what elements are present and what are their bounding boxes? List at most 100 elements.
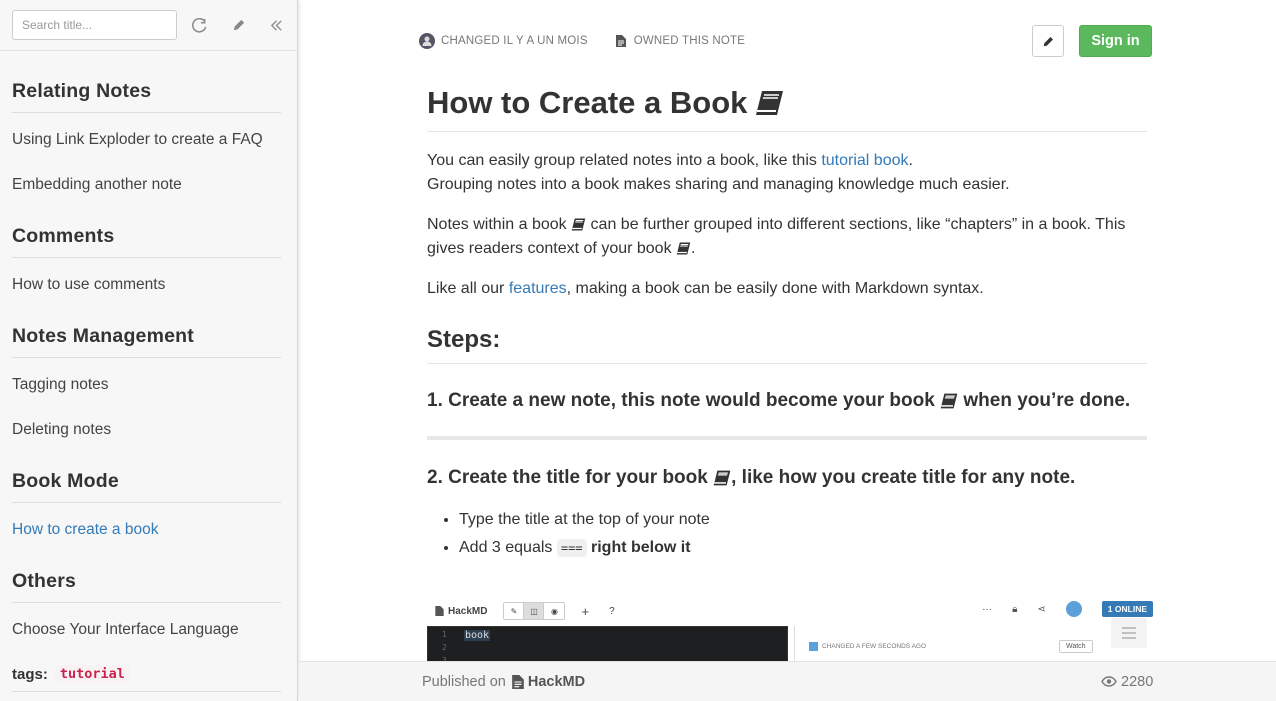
toc-item-use-comments[interactable]: How to use comments <box>12 275 281 295</box>
eye-icon: ◉ <box>550 606 558 616</box>
note-meta: CHANGED IL Y A UN MOIS OWNED THIS NOTE <box>419 33 745 49</box>
edit-button[interactable] <box>1032 25 1064 57</box>
toc-section-notes-management: Notes Management Tagging notes Deleting … <box>12 325 281 440</box>
main-content: CHANGED IL Y A UN MOIS OWNED THIS NOTE S… <box>299 0 1276 661</box>
text: CHANGED A FEW SECONDS AGO <box>822 643 927 650</box>
text: 1. Create a new note, this note would be… <box>427 390 935 411</box>
list-item: Type the title at the top of your note <box>459 506 1147 534</box>
divider <box>427 436 1147 440</box>
screenshot-toolbar-right: ··· 🔒︎ ⋖ 1 ONLINE <box>982 601 1153 617</box>
list-item: Add 3 equals === right below it <box>459 534 1147 562</box>
book-icon <box>940 393 958 409</box>
avatar <box>1065 601 1082 617</box>
toc-item-embedding-note[interactable]: Embedding another note <box>12 175 281 195</box>
text: 2280 <box>1121 673 1154 690</box>
screenshot-changed: CHANGED A FEW SECONDS AGO <box>809 642 926 651</box>
text: Notes within a book <box>427 216 567 233</box>
file-icon <box>435 606 444 616</box>
text: . <box>691 240 696 257</box>
text: 2. Create the title for your book <box>427 467 708 488</box>
toc-heading[interactable]: Others <box>12 570 281 603</box>
editor-text: book <box>464 630 491 641</box>
text: Grouping notes into a book makes sharing… <box>427 176 1010 193</box>
pencil-icon[interactable] <box>229 15 247 35</box>
tag-badge[interactable]: tutorial <box>54 665 130 683</box>
hackmd-link[interactable]: HackMD <box>510 674 585 690</box>
refresh-icon[interactable] <box>190 15 208 35</box>
line-number: 2 <box>442 643 447 652</box>
paragraph-features: Like all our features, making a book can… <box>427 277 1147 301</box>
pencil-icon: ✎ <box>504 603 525 619</box>
sign-in-button[interactable]: Sign in <box>1079 25 1152 57</box>
text: , like how you create title for any note… <box>731 467 1076 488</box>
toc-heading[interactable]: Notes Management <box>12 325 281 358</box>
footer: Published on HackMD 2280 <box>299 661 1276 701</box>
line-number: 1 <box>442 630 447 639</box>
toc-item-deleting-notes[interactable]: Deleting notes <box>12 420 281 440</box>
page-title-text: How to Create a Book <box>427 84 748 120</box>
text: Like all our <box>427 280 509 297</box>
help-icon: ? <box>609 605 615 617</box>
toc-section-comments: Comments How to use comments <box>12 225 281 295</box>
watch-button: Watch <box>1059 640 1093 653</box>
text: You can easily group related notes into … <box>427 152 822 169</box>
screenshot-brand: HackMD <box>435 606 487 617</box>
note-document: How to Create a Book You can easily grou… <box>427 84 1147 562</box>
text: , making a book can be easily done with … <box>566 280 984 297</box>
screenshot-preview: CHANGED A FEW SECONDS AGO Watch <box>794 626 1153 661</box>
text: Published on <box>422 673 506 690</box>
view-mode-toggle: ✎ ◫ ◉ <box>503 602 566 620</box>
file-icon <box>512 674 524 689</box>
inline-code: === <box>556 539 587 557</box>
collapse-icon[interactable] <box>267 15 285 35</box>
sidebar: Relating Notes Using Link Exploder to cr… <box>0 0 298 701</box>
eye-icon <box>1101 676 1117 687</box>
toc-section-relating-notes: Relating Notes Using Link Exploder to cr… <box>12 80 281 195</box>
text: HackMD <box>448 605 488 617</box>
published-on: Published on HackMD <box>422 674 585 690</box>
screenshot-editor: 1 2 3 book <box>427 626 788 661</box>
toc-toggle-button[interactable] <box>1111 618 1147 648</box>
toc-item-link-exploder[interactable]: Using Link Exploder to create a FAQ <box>12 130 281 150</box>
more-icon: ··· <box>982 603 993 615</box>
features-link[interactable]: features <box>509 280 567 297</box>
toc-heading[interactable]: Relating Notes <box>12 80 281 113</box>
avatar[interactable] <box>419 33 435 49</box>
toc-item-tagging-notes[interactable]: Tagging notes <box>12 375 281 395</box>
paragraph-sections: Notes within a book can be further group… <box>427 213 1147 261</box>
toc-item-interface-language[interactable]: Choose Your Interface Language <box>12 620 281 640</box>
toc-item-create-book[interactable]: How to create a book <box>12 520 281 540</box>
owned-label: OWNED THIS NOTE <box>633 35 746 47</box>
changed-label: CHANGED IL Y A UN MOIS <box>441 35 588 47</box>
lock-icon: 🔒︎ <box>1012 603 1018 615</box>
step-2-heading: 2. Create the title for your book , like… <box>427 465 1147 490</box>
toc-heading[interactable]: Comments <box>12 225 281 258</box>
share-icon: ⋖ <box>1037 603 1046 615</box>
book-icon <box>571 218 586 231</box>
plus-icon: + <box>581 603 590 619</box>
paragraph-intro: You can easily group related notes into … <box>427 149 1147 197</box>
online-badge: 1 ONLINE <box>1101 601 1153 617</box>
tutorial-book-link[interactable]: tutorial book <box>821 152 908 169</box>
tags-label: tags: <box>12 665 48 683</box>
embedded-screenshot: HackMD ✎ ◫ ◉ + ? ··· 🔒︎ ⋖ 1 ONLINE 1 2 3… <box>427 598 1153 661</box>
toc-section-others: Others Choose Your Interface Language <box>12 570 281 640</box>
pencil-icon <box>1043 36 1053 46</box>
step-2-list: Type the title at the top of your note A… <box>427 506 1147 562</box>
list-icon <box>1122 627 1136 639</box>
steps-heading: Steps: <box>427 326 1147 364</box>
text-bold: right below it <box>591 539 691 556</box>
text: Add 3 equals <box>459 539 557 556</box>
page-title: How to Create a Book <box>427 84 1147 132</box>
split-icon: ◫ <box>524 603 545 619</box>
tags-row: tags: tutorial <box>12 665 281 692</box>
text: HackMD <box>527 673 586 690</box>
avatar <box>809 642 818 651</box>
search-input[interactable] <box>12 10 177 40</box>
sidebar-toolbar <box>0 0 297 51</box>
text: . <box>908 152 913 169</box>
sidebar-toc: Relating Notes Using Link Exploder to cr… <box>0 80 297 692</box>
book-icon <box>756 90 784 115</box>
view-count: 2280 <box>1101 674 1153 690</box>
toc-heading[interactable]: Book Mode <box>12 470 281 503</box>
